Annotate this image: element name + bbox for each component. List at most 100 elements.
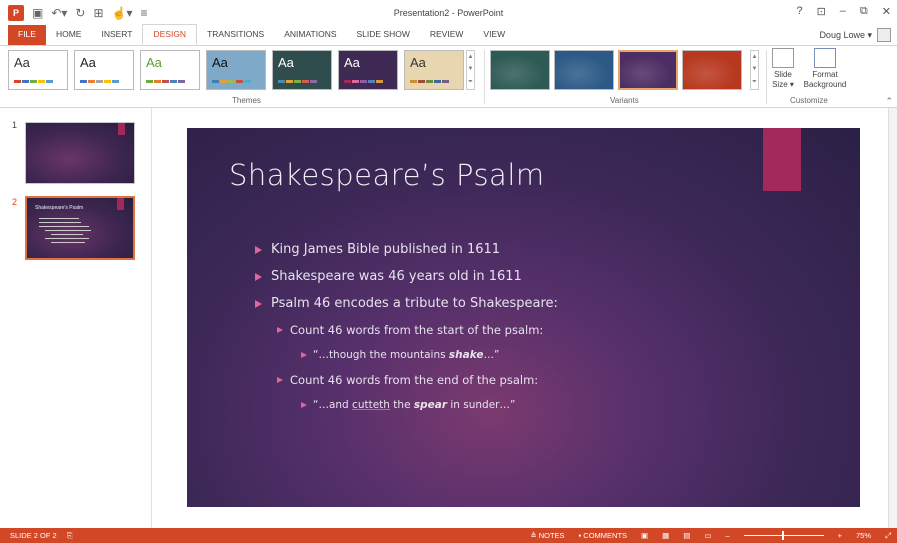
bullet-item: “…and cutteth the spear in sunder…” [255,399,558,411]
format-background-label: Format [812,70,838,79]
variant-thumbnail[interactable] [618,50,678,90]
theme-sample-text: Aa [212,55,228,70]
zoom-out-button[interactable]: – [725,531,729,540]
theme-thumbnail[interactable]: Aa [8,50,68,90]
theme-color-bars [212,80,251,83]
slide-title[interactable]: Shakespeare’s Psalm [229,158,545,192]
theme-color-bars [278,80,317,83]
slide-thumbnail-1[interactable] [25,122,135,184]
theme-sample-text: Aa [14,55,30,70]
slide-sorter-icon[interactable]: ▦ [662,531,669,540]
bullet-item: King James Bible published in 1611 [255,242,558,257]
theme-sample-text: Aa [80,55,96,70]
theme-thumbnail[interactable]: Aa [272,50,332,90]
slides-pane: 1 2 Shakespeare's Psalm [0,108,152,528]
tab-home[interactable]: HOME [46,25,92,45]
fit-to-window-icon[interactable]: ⤢ [885,531,891,541]
variant-thumbnail[interactable] [490,50,550,90]
touch-icon[interactable]: ☝▾ [112,6,133,20]
theme-color-swatch [302,80,309,83]
ribbon: Aa Aa Aa Aa Aa Aa Aa ▲ ▼ ⏷ Themes ▲ ▼ ⏷ Variants S… [0,46,897,108]
theme-color-swatch [418,80,425,83]
slide-body[interactable]: King James Bible published in 1611 Shake… [255,242,558,423]
theme-thumbnail[interactable]: Aa [338,50,398,90]
theme-color-bars [14,80,53,83]
current-slide[interactable]: Shakespeare’s Psalm King James Bible pub… [187,128,860,507]
minimize-icon[interactable]: – [840,5,846,18]
slide-show-icon[interactable]: ▭ [704,531,711,540]
zoom-slider[interactable] [743,531,824,540]
theme-thumbnail[interactable]: Aa [206,50,266,90]
variant-thumbnail[interactable] [682,50,742,90]
theme-color-swatch [376,80,383,83]
tab-review[interactable]: REVIEW [420,25,474,45]
themes-gallery-scroll[interactable]: ▲ ▼ ⏷ [466,50,475,90]
tab-slide-show[interactable]: SLIDE SHOW [347,25,420,45]
ribbon-display-icon[interactable]: ⊡ [817,5,826,18]
bullet-text: “…and cutteth the spear in sunder…” [313,399,515,411]
variant-thumbnail[interactable] [554,50,614,90]
notes-button[interactable]: ≜ NOTES [530,531,564,540]
comments-button[interactable]: ▪ COMMENTS [579,531,628,540]
slide-bookmark-shape[interactable] [763,128,801,191]
thumbnail-line [39,218,79,219]
theme-thumbnail[interactable]: Aa [74,50,134,90]
quick-access-toolbar: P ▣ ↶▾ ↻ ⊞ ☝▾ ≡ [0,5,148,21]
tab-animations[interactable]: ANIMATIONS [274,25,346,45]
bullet-arrow-icon [301,352,307,358]
theme-color-swatch [434,80,441,83]
bullet-item: Count 46 words from the start of the psa… [255,323,558,337]
tab-insert[interactable]: INSERT [91,25,142,45]
slide-editor: Shakespeare’s Psalm King James Bible pub… [152,108,897,528]
tab-view[interactable]: VIEW [473,25,515,45]
redo-icon[interactable]: ↻ [75,6,85,20]
variants-gallery-scroll[interactable]: ▲ ▼ ⏷ [750,50,759,90]
customize-icon[interactable]: ≡ [141,6,148,20]
normal-view-icon[interactable]: ▣ [641,531,648,540]
tab-transitions[interactable]: TRANSITIONS [197,25,274,45]
theme-thumbnail[interactable]: Aa [140,50,200,90]
theme-color-swatch [170,80,177,83]
user-account[interactable]: Doug Lowe ▾ [819,28,891,42]
format-background-button[interactable]: Format Background [800,48,850,90]
theme-color-swatch [80,80,87,83]
theme-color-swatch [30,80,37,83]
theme-color-swatch [212,80,219,83]
theme-color-swatch [426,80,433,83]
text-run: in sunder…” [447,399,516,411]
tab-design[interactable]: DESIGN [142,24,198,45]
help-icon[interactable]: ? [796,5,802,18]
spellcheck-icon[interactable]: ⎘ [67,531,73,541]
reading-view-icon[interactable]: ▤ [683,531,690,540]
theme-sample-text: Aa [410,55,426,70]
restore-icon[interactable]: ⧉ [860,5,868,18]
bullet-arrow-icon [255,245,262,254]
undo-icon[interactable]: ↶▾ [51,6,67,20]
format-background-label-2: Background [803,80,847,89]
emphasis-text: spear [413,399,448,411]
theme-thumbnail[interactable]: Aa [404,50,464,90]
theme-color-bars [410,80,449,83]
bullet-text: King James Bible published in 1611 [271,242,501,257]
slide-size-button[interactable]: Slide Size ▾ [772,48,794,90]
zoom-level[interactable]: 75% [856,531,871,540]
theme-color-swatch [294,80,301,83]
theme-color-swatch [236,80,243,83]
tab-file[interactable]: FILE [8,25,46,45]
thumbnail-title: Shakespeare's Psalm [35,205,84,211]
text-run: “…and [313,399,353,411]
collapse-ribbon-icon[interactable]: ⌃ [885,96,893,107]
bullet-arrow-icon [255,299,262,308]
preview-icon[interactable]: ⊞ [93,6,103,20]
close-icon[interactable]: ✕ [882,5,891,18]
slide-thumbnail-2[interactable]: Shakespeare's Psalm [25,196,135,260]
vertical-scrollbar[interactable] [888,108,897,528]
spellcheck-flagged-text: cutteth [352,399,390,411]
theme-color-swatch [278,80,285,83]
theme-color-swatch [154,80,161,83]
theme-color-swatch [410,80,417,83]
save-icon[interactable]: ▣ [32,6,43,20]
theme-color-swatch [146,80,153,83]
zoom-in-button[interactable]: + [838,531,842,540]
zoom-slider-thumb[interactable] [781,531,784,540]
